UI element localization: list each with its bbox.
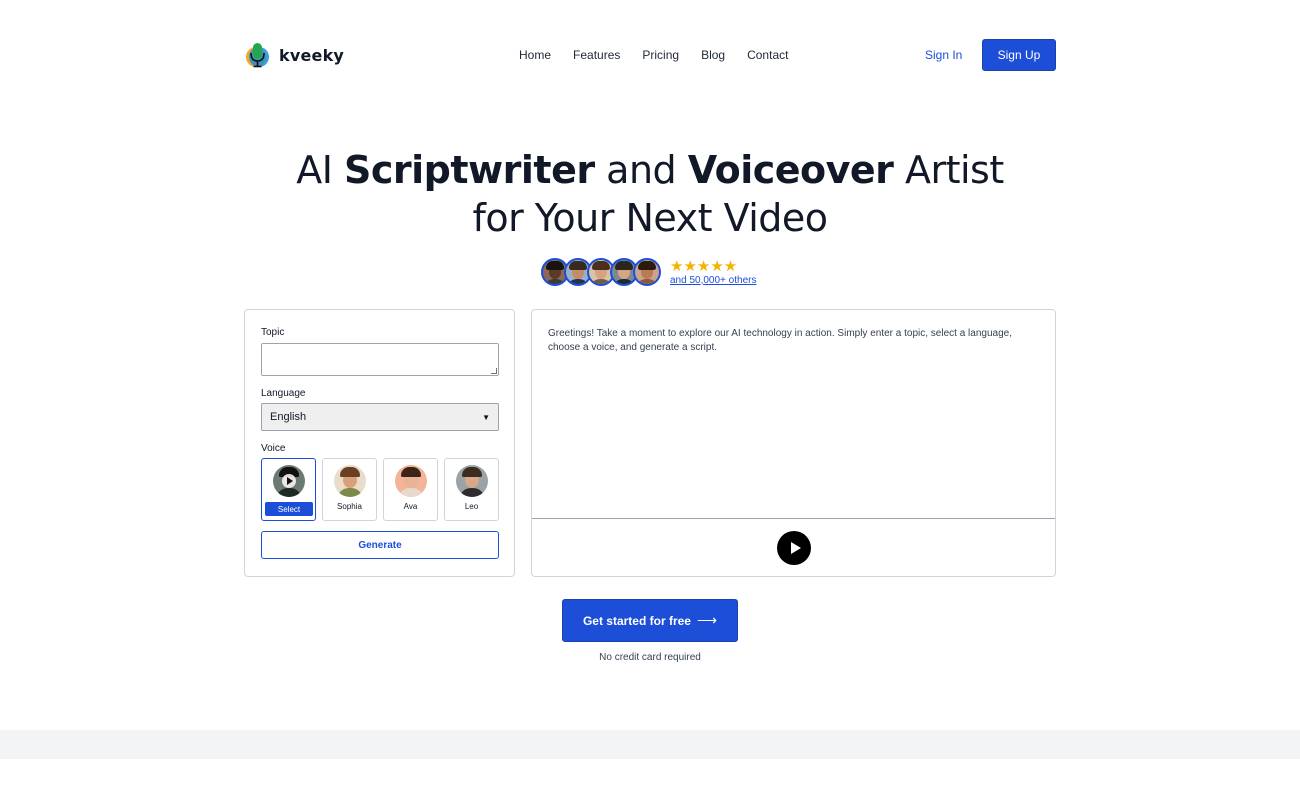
select-voice-button[interactable]: Select (265, 502, 313, 516)
social-proof: ★★★★★ and 50,000+ others (541, 258, 756, 286)
hero-text-line2: for Your Next Video (472, 196, 828, 240)
voice-avatar (395, 465, 427, 497)
site-header: kveeky Home Features Pricing Blog Contac… (244, 39, 1056, 71)
main-nav: Home Features Pricing Blog Contact (519, 48, 788, 62)
brand-name: kveeky (279, 45, 345, 65)
divider (532, 518, 1055, 519)
hero-text-bold: Voiceover (687, 148, 894, 192)
generate-button[interactable]: Generate (261, 531, 499, 559)
topic-label: Topic (261, 327, 285, 338)
language-label: Language (261, 388, 306, 399)
nav-pricing-link[interactable]: Pricing (642, 48, 679, 62)
resize-handle-icon[interactable] (491, 368, 497, 374)
voice-avatar (334, 465, 366, 497)
nav-contact-link[interactable]: Contact (747, 48, 788, 62)
user-avatars (541, 258, 661, 286)
voice-label: Voice (261, 443, 286, 454)
hero-text: and (594, 148, 688, 192)
voice-options: Select Sophia Ava Leo (261, 458, 499, 521)
play-audio-icon[interactable] (777, 531, 811, 565)
script-output-card: Greetings! Take a moment to explore our … (531, 309, 1056, 577)
hero-heading: AI Scriptwriter and Voiceover Artist for… (0, 146, 1300, 242)
hero-text: AI (296, 148, 345, 192)
voice-option[interactable]: Leo (444, 458, 499, 521)
script-output-text: Greetings! Take a moment to explore our … (548, 328, 1012, 353)
get-started-button[interactable]: Get started for free ⟶ (562, 599, 738, 642)
voice-name: Ava (403, 502, 418, 511)
sign-up-button[interactable]: Sign Up (982, 39, 1056, 71)
chevron-down-icon: ▼ (482, 412, 490, 422)
sign-in-link[interactable]: Sign In (925, 48, 962, 62)
hero-text: Artist (893, 148, 1004, 192)
voice-avatar (456, 465, 488, 497)
nav-home-link[interactable]: Home (519, 48, 551, 62)
topic-input[interactable] (261, 343, 499, 376)
others-link[interactable]: and 50,000+ others (670, 275, 756, 286)
arrow-right-icon: ⟶ (696, 612, 718, 628)
get-started-label: Get started for free (582, 613, 691, 628)
voice-name: Sophia (337, 502, 362, 511)
microphone-logo-icon (244, 41, 271, 69)
hero-text-bold: Scriptwriter (344, 148, 595, 192)
voice-option[interactable]: Sophia (322, 458, 377, 521)
script-form-card: Topic Language English ▼ Voice Select So… (244, 309, 515, 577)
avatar (633, 258, 661, 286)
five-star-rating-icon: ★★★★★ (670, 257, 738, 275)
section-divider-band (0, 730, 1300, 759)
voice-option[interactable]: Select (261, 458, 316, 521)
no-credit-card-note: No credit card required (599, 652, 701, 663)
voice-avatar (273, 465, 305, 497)
voice-option[interactable]: Ava (383, 458, 438, 521)
play-icon[interactable] (282, 474, 296, 488)
brand-logo[interactable]: kveeky (244, 41, 344, 69)
language-selected-value: English (270, 411, 307, 423)
rating: ★★★★★ and 50,000+ others (670, 259, 756, 286)
nav-features-link[interactable]: Features (573, 48, 620, 62)
nav-blog-link[interactable]: Blog (701, 48, 725, 62)
language-select[interactable]: English ▼ (261, 403, 499, 431)
voice-name: Leo (464, 502, 479, 511)
